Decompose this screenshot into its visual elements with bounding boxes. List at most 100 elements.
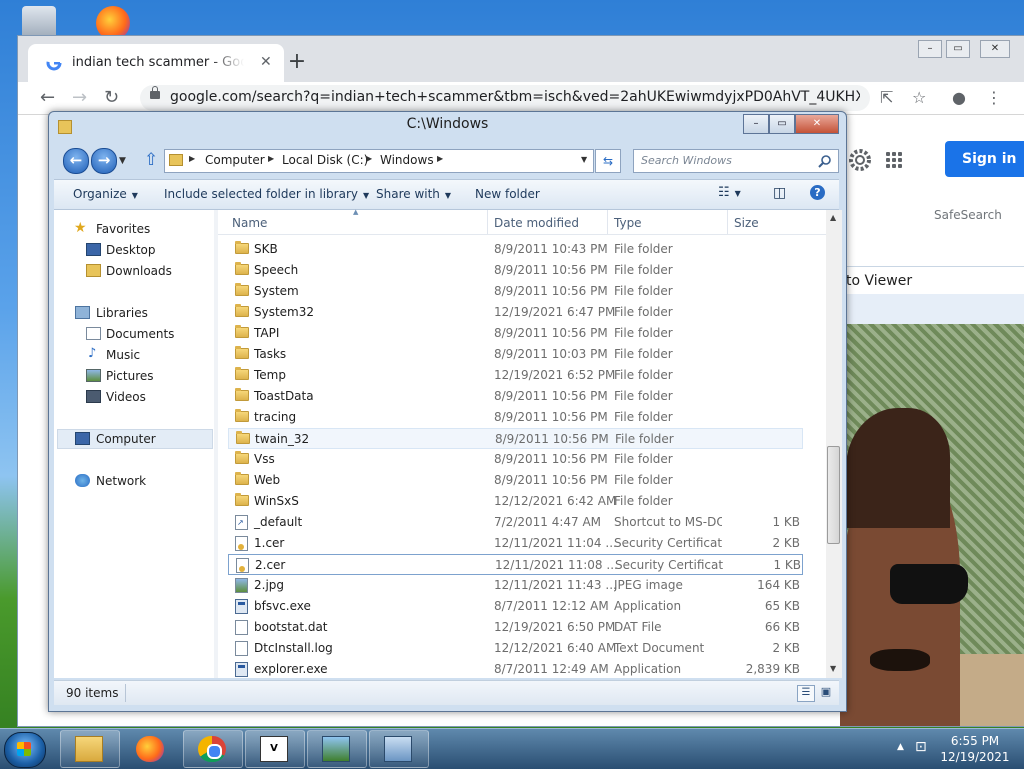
table-row[interactable]: DtcInstall.log 12/12/2021 6:40 AM Text Doc… <box>218 638 826 659</box>
breadcrumb-separator-icon[interactable]: ▶ <box>437 154 443 163</box>
table-row[interactable]: WinSxS 12/12/2021 6:42 AM File folder <box>218 491 826 512</box>
bookmark-star-icon[interactable]: ☆ <box>912 88 926 107</box>
taskbar-vnc-button[interactable]: V <box>245 730 305 768</box>
organize-button[interactable]: Organize ▼ <box>73 187 138 201</box>
refresh-icon[interactable]: ⇆ <box>595 149 621 173</box>
close-tab-icon[interactable]: ✕ <box>260 54 272 70</box>
nav-item-desktop[interactable]: Desktop <box>106 243 156 257</box>
table-row[interactable]: 2.cer 12/11/2021 11:08 ... Security Certif… <box>228 554 803 575</box>
show-hidden-icons-icon[interactable]: ▲ <box>897 742 904 752</box>
up-arrow-icon[interactable]: ⇧ <box>144 150 158 170</box>
browser-tab[interactable]: indian tech scammer - Google Search ✕ <box>28 44 284 82</box>
column-divider[interactable] <box>607 210 608 234</box>
nav-item-computer[interactable]: Computer <box>96 432 156 446</box>
table-row[interactable]: tracing 8/9/2011 10:56 PM File folder <box>218 407 826 428</box>
new-tab-button[interactable]: + <box>284 50 310 76</box>
recent-pages-chevron-icon[interactable]: ▼ <box>119 156 126 166</box>
details-view-icon[interactable]: ☰ <box>797 685 815 702</box>
minimize-button[interactable]: – <box>918 40 942 58</box>
share-with-button[interactable]: Share with ▼ <box>376 187 451 201</box>
nav-item-libraries[interactable]: Libraries <box>96 306 148 320</box>
help-icon[interactable]: ? <box>810 185 825 200</box>
table-row[interactable]: _default 7/2/2011 4:47 AM Shortcut to MS-D… <box>218 512 826 533</box>
scrollbar-thumb[interactable] <box>827 446 840 544</box>
menu-kebab-icon[interactable]: ⋮ <box>986 88 1002 107</box>
column-type[interactable]: Type <box>614 216 642 230</box>
table-row[interactable]: bfsvc.exe 8/7/2011 12:12 AM Application 65 … <box>218 596 826 617</box>
firefox-desktop-icon[interactable] <box>96 6 130 40</box>
scroll-up-arrow-icon[interactable]: ▲ <box>830 213 836 222</box>
include-in-library-button[interactable]: Include selected folder in library ▼ <box>164 187 369 201</box>
maximize-button[interactable]: ▭ <box>769 114 795 134</box>
column-divider[interactable] <box>487 210 488 234</box>
omnibox[interactable]: google.com/search?q=indian+tech+scammer&… <box>140 85 870 111</box>
maximize-button[interactable]: ▭ <box>946 40 970 58</box>
start-button[interactable] <box>4 732 46 768</box>
minimize-button[interactable]: – <box>743 114 769 134</box>
column-name[interactable]: Name <box>232 216 267 230</box>
column-date-modified[interactable]: Date modified <box>494 216 579 230</box>
search-icon[interactable] <box>818 154 832 168</box>
network-tray-icon[interactable]: ⊡ <box>915 739 927 755</box>
nav-item-music[interactable]: Music <box>106 348 140 362</box>
vertical-scrollbar[interactable]: ▲ ▼ <box>826 210 842 678</box>
share-icon[interactable]: ⇱ <box>880 88 893 107</box>
forward-icon[interactable]: → <box>91 148 117 174</box>
breadcrumb-windows[interactable]: Windows <box>380 153 434 167</box>
table-row[interactable]: ToastData 8/9/2011 10:56 PM File folder <box>218 386 826 407</box>
reload-icon[interactable]: ↻ <box>104 87 119 108</box>
recycle-bin-icon[interactable] <box>22 6 56 40</box>
breadcrumb-separator-icon[interactable]: ▶ <box>268 154 274 163</box>
taskbar-firefox-button[interactable] <box>121 730 181 768</box>
table-row[interactable]: System 8/9/2011 10:56 PM File folder <box>218 281 826 302</box>
table-row[interactable]: System32 12/19/2021 6:47 PM File folder <box>218 302 826 323</box>
table-row[interactable]: SKB 8/9/2011 10:43 PM File folder <box>218 239 826 260</box>
breadcrumb-separator-icon[interactable]: ▶ <box>189 154 195 163</box>
table-row[interactable]: 2.jpg 12/11/2021 11:43 ... JPEG image 164 K… <box>218 575 826 596</box>
sign-in-button[interactable]: Sign in <box>945 141 1024 177</box>
table-row[interactable]: twain_32 8/9/2011 10:56 PM File folder <box>228 428 803 449</box>
table-row[interactable]: Tasks 8/9/2011 10:03 PM File folder <box>218 344 826 365</box>
google-apps-icon[interactable] <box>886 152 902 168</box>
close-button[interactable]: ✕ <box>795 114 839 134</box>
taskbar-chrome-button[interactable] <box>183 730 243 768</box>
nav-item-pictures[interactable]: Pictures <box>106 369 154 383</box>
breadcrumb[interactable]: ▶ Computer ▶ Local Disk (C:) ▶ Windows ▶… <box>164 149 594 173</box>
breadcrumb-local-disk[interactable]: Local Disk (C:) <box>282 153 368 167</box>
taskbar-photo-viewer-button[interactable] <box>307 730 367 768</box>
nav-item-favorites[interactable]: Favorites <box>96 222 150 236</box>
taskbar-explorer-button[interactable] <box>60 730 120 768</box>
column-divider[interactable] <box>727 210 728 234</box>
new-folder-button[interactable]: New folder <box>475 187 540 201</box>
search-input[interactable]: Search Windows <box>633 149 839 173</box>
table-row[interactable]: explorer.exe 8/7/2011 12:49 AM Application… <box>218 659 826 680</box>
table-row[interactable]: Web 8/9/2011 10:56 PM File folder <box>218 470 826 491</box>
table-row[interactable]: Speech 8/9/2011 10:56 PM File folder <box>218 260 826 281</box>
nav-item-network[interactable]: Network <box>96 474 146 488</box>
large-icons-view-icon[interactable]: ▣ <box>818 685 834 700</box>
nav-item-downloads[interactable]: Downloads <box>106 264 172 278</box>
system-clock[interactable]: 6:55 PM 12/19/2021 <box>940 733 1010 765</box>
column-size[interactable]: Size <box>734 216 759 230</box>
table-row[interactable]: Temp 12/19/2021 6:52 PM File folder <box>218 365 826 386</box>
taskbar-remote-button[interactable] <box>369 730 429 768</box>
back-icon[interactable]: ← <box>63 148 89 174</box>
settings-gear-icon[interactable] <box>846 146 874 174</box>
preview-pane-icon[interactable]: ◫ <box>773 185 786 201</box>
table-row[interactable]: 1.cer 12/11/2021 11:04 ... Security Certif… <box>218 533 826 554</box>
table-row[interactable]: bootstat.dat 12/19/2021 6:50 PM DAT File 66… <box>218 617 826 638</box>
profile-icon[interactable]: ● <box>952 88 966 107</box>
table-row[interactable]: Vss 8/9/2011 10:56 PM File folder <box>218 449 826 470</box>
nav-item-videos[interactable]: Videos <box>106 390 146 404</box>
nav-item-documents[interactable]: Documents <box>106 327 174 341</box>
breadcrumb-computer[interactable]: Computer <box>205 153 265 167</box>
back-icon[interactable]: ← <box>40 87 55 108</box>
table-row[interactable]: TAPI 8/9/2011 10:56 PM File folder <box>218 323 826 344</box>
scroll-down-arrow-icon[interactable]: ▼ <box>830 664 836 673</box>
safesearch-label[interactable]: SafeSearch <box>934 208 1002 222</box>
breadcrumb-separator-icon[interactable]: ▶ <box>366 154 372 163</box>
address-dropdown-icon[interactable]: ▼ <box>581 155 587 164</box>
view-options-icon[interactable]: ☷ ▼ <box>718 185 741 200</box>
forward-icon[interactable]: → <box>72 87 87 108</box>
close-button[interactable]: ✕ <box>980 40 1010 58</box>
